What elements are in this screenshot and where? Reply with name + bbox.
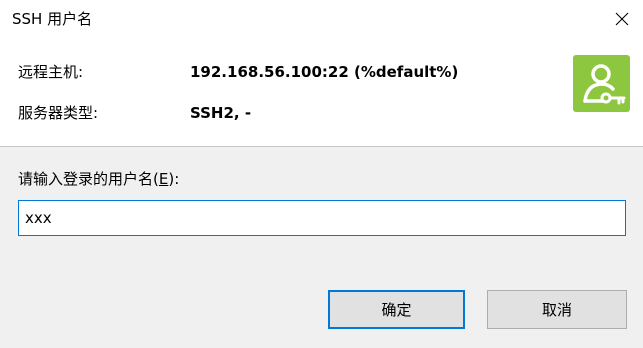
remote-host-label: 远程主机:: [18, 63, 84, 81]
server-type-label: 服务器类型:: [18, 104, 99, 122]
close-icon: [615, 12, 629, 26]
close-button[interactable]: [600, 0, 643, 38]
ok-button[interactable]: 确定: [328, 290, 465, 329]
remote-host-value: 192.168.56.100:22 (%default%): [190, 63, 459, 81]
accelerator-key: E: [158, 170, 169, 188]
username-input[interactable]: [18, 200, 626, 236]
window-title: SSH 用户名: [12, 10, 93, 28]
user-key-icon: [573, 55, 630, 112]
ssh-username-dialog: SSH 用户名 远程主机: 192.168.56.100:22 (%defaul…: [0, 0, 643, 348]
cancel-button[interactable]: 取消: [487, 290, 627, 329]
server-type-value: SSH2, -: [190, 104, 252, 122]
username-prompt-label: 请输入登录的用户名(E):: [18, 170, 180, 188]
